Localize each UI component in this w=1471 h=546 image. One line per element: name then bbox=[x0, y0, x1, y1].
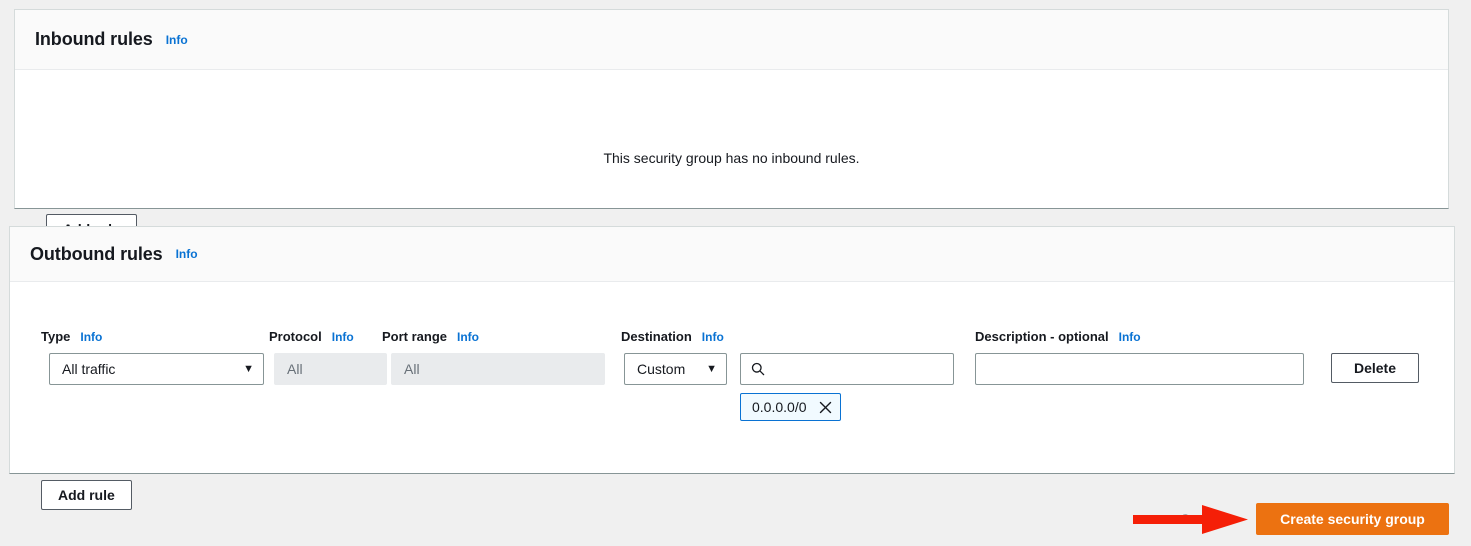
page-title: Inbound rules bbox=[35, 29, 153, 49]
create-security-group-button[interactable]: Create security group bbox=[1256, 503, 1449, 535]
delete-rule-button[interactable]: Delete bbox=[1331, 353, 1419, 383]
description-column-label: Description - optional Info bbox=[975, 329, 1141, 344]
destination-search-input[interactable] bbox=[740, 353, 954, 385]
destination-column-label: Destination Info bbox=[621, 329, 724, 344]
outbound-info-link[interactable]: Info bbox=[176, 247, 198, 261]
search-icon bbox=[751, 362, 765, 376]
protocol-info-link[interactable]: Info bbox=[332, 330, 354, 344]
type-select[interactable]: All traffic ▼ bbox=[49, 353, 264, 385]
type-info-link[interactable]: Info bbox=[80, 330, 102, 344]
protocol-input-value: All bbox=[287, 361, 303, 377]
destination-type-select[interactable]: Custom ▼ bbox=[624, 353, 727, 385]
destination-type-value: Custom bbox=[637, 361, 686, 377]
outbound-rules-panel: Outbound rules Info Type Info All traffi… bbox=[9, 226, 1455, 510]
add-rule-outbound-button[interactable]: Add rule bbox=[41, 480, 132, 510]
inbound-rules-header: Inbound rules Info bbox=[15, 10, 1448, 70]
type-column-label: Type Info bbox=[41, 329, 103, 344]
inbound-rules-panel: Inbound rules Info This security group h… bbox=[14, 9, 1449, 244]
description-info-link[interactable]: Info bbox=[1119, 330, 1141, 344]
inbound-info-link[interactable]: Info bbox=[166, 33, 188, 47]
chevron-down-icon: ▼ bbox=[243, 362, 254, 375]
cancel-button[interactable]: Cancel bbox=[1180, 511, 1226, 527]
destination-info-link[interactable]: Info bbox=[702, 330, 724, 344]
destination-token-label: 0.0.0.0/0 bbox=[752, 399, 807, 415]
protocol-column-label: Protocol Info bbox=[269, 329, 354, 344]
port-range-input: All bbox=[391, 353, 605, 385]
outbound-rules-title: Outbound rules bbox=[30, 243, 163, 264]
protocol-input: All bbox=[274, 353, 387, 385]
port-range-input-value: All bbox=[404, 361, 420, 377]
port-range-info-link[interactable]: Info bbox=[457, 330, 479, 344]
chevron-down-icon: ▼ bbox=[706, 362, 717, 375]
description-input[interactable] bbox=[975, 353, 1304, 385]
inbound-empty-message: This security group has no inbound rules… bbox=[603, 150, 860, 166]
port-range-column-label: Port range Info bbox=[382, 329, 480, 344]
outbound-rules-header: Outbound rules Info bbox=[10, 227, 1454, 282]
close-icon[interactable] bbox=[819, 401, 832, 414]
type-select-value: All traffic bbox=[62, 361, 116, 377]
destination-token[interactable]: 0.0.0.0/0 bbox=[740, 393, 841, 421]
